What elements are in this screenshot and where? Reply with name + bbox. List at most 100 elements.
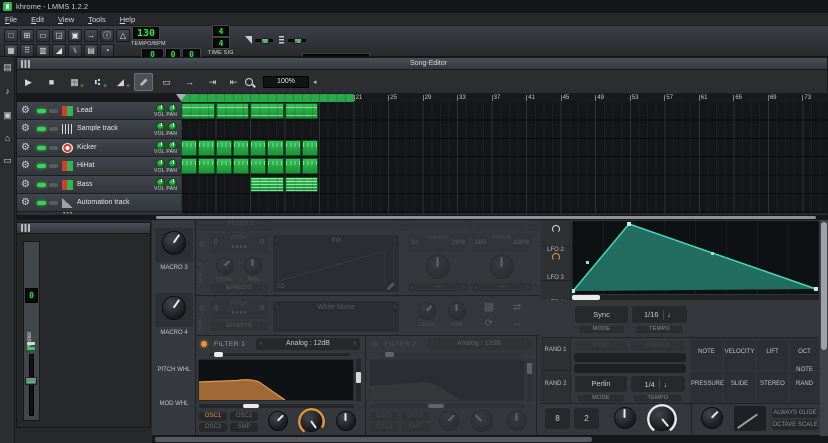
mod-source-lift[interactable]: LIFT xyxy=(757,340,788,370)
filter1-drive-handle[interactable] xyxy=(356,372,361,383)
pattern-block-hihat[interactable] xyxy=(216,158,232,174)
smp-effects-selector[interactable]: ‹EFFECTS› xyxy=(210,322,268,331)
new-project-button[interactable]: □ xyxy=(4,29,18,42)
filter2-drive-slider[interactable] xyxy=(527,359,532,401)
osc3-unison-mode-selector[interactable]: ‹—› xyxy=(408,283,468,292)
filter1-model-selector[interactable]: ‹Analog : 12dB› xyxy=(256,338,360,350)
master-fader-track[interactable] xyxy=(29,354,34,416)
rand1-tab[interactable]: RAND 1 xyxy=(541,338,570,371)
fx-mixer-titlebar[interactable] xyxy=(17,223,150,234)
smp-sample-display[interactable]: White Noise ‹ › xyxy=(272,300,400,333)
track-row-lead[interactable]: ⚙ Lead VOL PAN xyxy=(17,102,181,120)
pattern-block-lead[interactable] xyxy=(250,103,284,119)
playback-follow-button[interactable]: → xyxy=(180,73,199,91)
osc3-pan-knob[interactable] xyxy=(244,257,262,275)
filter2-model-selector[interactable]: ‹Analog : 12dB› xyxy=(427,338,531,350)
master-channel-strip[interactable]: 0 Master xyxy=(23,241,40,421)
pattern-block-bass[interactable] xyxy=(250,177,284,193)
project-info-button[interactable]: ⓘ xyxy=(100,29,114,42)
mod-source-octnote[interactable]: OCT NOTE xyxy=(790,340,819,370)
unison-voices-box[interactable]: 2 xyxy=(574,408,599,429)
pattern-block-hihat[interactable] xyxy=(233,158,249,174)
mute-led[interactable] xyxy=(37,109,46,113)
filter2-power-led[interactable] xyxy=(372,341,378,347)
mute-led[interactable] xyxy=(37,146,46,150)
filter2-blend-knob[interactable] xyxy=(439,411,459,431)
rand-sync-button[interactable]: SYNC xyxy=(575,341,627,351)
pattern-block-kicker[interactable] xyxy=(250,140,266,156)
plugin-hscrollbar[interactable] xyxy=(152,436,828,443)
osc3-unison-knob[interactable] xyxy=(426,255,450,279)
playhead-marker[interactable] xyxy=(176,94,186,101)
filter2-resonance-knob[interactable] xyxy=(507,411,527,431)
samples-tab-icon[interactable]: ♪ xyxy=(2,86,13,97)
filter2-osc3-button[interactable]: OSC3 xyxy=(370,423,398,432)
track-gear-icon[interactable]: ⚙ xyxy=(21,105,30,117)
add-automation-track-button[interactable]: ◢+ xyxy=(111,73,130,91)
pattern-block-hihat[interactable] xyxy=(267,158,283,174)
plugin-vscrollbar[interactable] xyxy=(820,220,828,436)
controller-rack-button[interactable]: ◔ xyxy=(100,44,114,57)
track-gear-icon[interactable]: ⚙ xyxy=(21,123,30,135)
project-notes-button[interactable]: ▤ xyxy=(84,44,98,57)
filter1-osc2-button[interactable]: OSC2 xyxy=(230,412,258,421)
rand-tempo-selector[interactable]: 1/4♩ xyxy=(631,376,685,392)
menu-view[interactable]: View xyxy=(58,15,74,24)
filter1-cutoff-handle[interactable] xyxy=(243,404,259,408)
smp-keytrack-icon[interactable]: ▦ xyxy=(480,301,498,314)
pattern-block-lead[interactable] xyxy=(216,103,250,119)
pattern-block-hihat[interactable] xyxy=(302,158,318,174)
mute-led[interactable] xyxy=(37,127,46,131)
add-sample-track-button[interactable]: ⑆+ xyxy=(88,73,107,91)
rand2-tab[interactable]: RAND 2 xyxy=(541,372,570,404)
osc3-effects-selector[interactable]: ‹EFFECTS› xyxy=(210,284,268,293)
filter1-blend-slider[interactable] xyxy=(210,353,350,356)
track-name[interactable]: Lead xyxy=(77,107,93,114)
osc3-power-led[interactable] xyxy=(199,241,205,247)
open-project-button[interactable]: ▭ xyxy=(36,29,50,42)
pattern-block-kicker[interactable] xyxy=(181,140,197,156)
filter2-cutoff-knob[interactable] xyxy=(471,410,493,432)
track-row-kicker[interactable]: ⚙ Kicker VOL PAN xyxy=(17,139,181,157)
plugin-vscroll-thumb[interactable] xyxy=(821,222,827,350)
smp-random-phase-icon[interactable]: ⇄ xyxy=(508,301,526,314)
track-gear-icon[interactable]: ⚙ xyxy=(21,142,30,154)
track-name[interactable]: Sample track xyxy=(77,125,118,132)
filter1-blend-knob[interactable] xyxy=(268,411,288,431)
track-name[interactable]: Automation track xyxy=(77,199,130,206)
master-volume-slider[interactable] xyxy=(255,39,273,42)
osc3-pitch-cell[interactable]: 0 PITCH 0 xyxy=(210,234,268,254)
pattern-block-kicker[interactable] xyxy=(198,140,214,156)
computer-tab-icon[interactable]: ▭ xyxy=(2,155,13,166)
pattern-block-kicker[interactable] xyxy=(285,140,301,156)
polyphony-box[interactable]: 8 xyxy=(545,408,570,429)
plugin-hscroll-thumb[interactable] xyxy=(155,437,592,442)
menu-file[interactable]: File xyxy=(5,15,17,24)
menu-edit[interactable]: Edit xyxy=(31,15,44,24)
always-glide-button[interactable]: ALWAYS GLIDE xyxy=(772,408,818,418)
filter2-cutoff-slider[interactable] xyxy=(370,404,525,408)
solo-led[interactable] xyxy=(49,201,58,205)
solo-led[interactable] xyxy=(49,127,58,131)
lfo-shape-display[interactable] xyxy=(572,221,819,294)
osc3-level-knob[interactable] xyxy=(216,257,234,275)
osc3-phase-knob[interactable] xyxy=(490,255,514,279)
solo-led[interactable] xyxy=(49,164,58,168)
zoom-arrow-icon[interactable]: ◂ xyxy=(313,78,317,86)
presets-tab-icon[interactable]: ▣ xyxy=(2,110,13,121)
pattern-block-hihat[interactable] xyxy=(250,158,266,174)
filter2-osc1-button[interactable]: OSC1 xyxy=(370,412,398,421)
recently-opened-button[interactable]: ◲ xyxy=(52,29,66,42)
track-gear-icon[interactable]: ⚙ xyxy=(21,179,30,191)
filter1-power-led[interactable] xyxy=(201,341,207,347)
toggle-bb-editor-button[interactable]: ⠿ xyxy=(20,44,34,57)
edit-mode-button[interactable]: ▭ xyxy=(157,73,176,91)
instruments-tab-icon[interactable]: ▤ xyxy=(2,62,13,73)
mod-source-stereo[interactable]: STEREO xyxy=(757,372,788,402)
play-button[interactable]: ▶ xyxy=(19,73,38,91)
pattern-block-hihat[interactable] xyxy=(198,158,214,174)
pattern-block-hihat[interactable] xyxy=(181,158,197,174)
lfo-mode-selector[interactable]: Sync xyxy=(575,306,628,323)
osc3-wave-display[interactable]: Init ‹ › 2D xyxy=(272,234,400,293)
track-name[interactable]: HiHat xyxy=(77,162,95,169)
